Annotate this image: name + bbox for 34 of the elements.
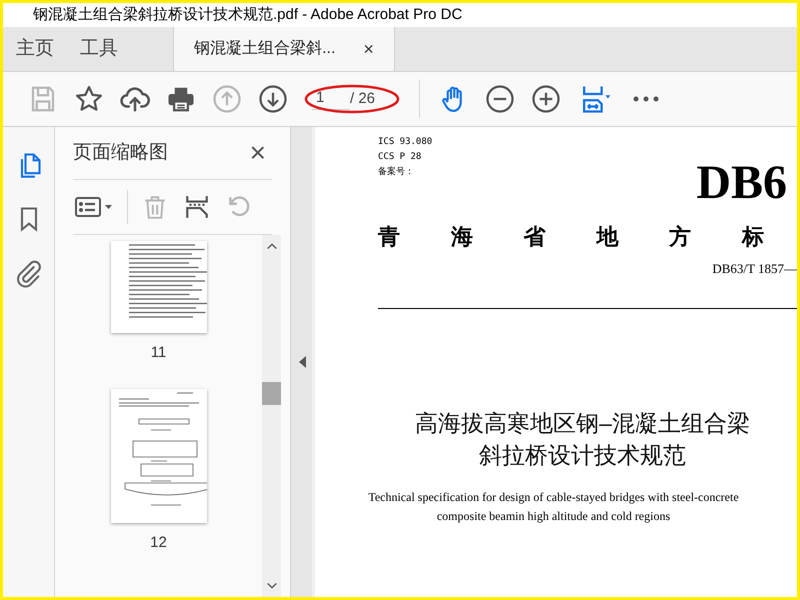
document-title: 斜拉桥设计技术规范 (479, 440, 686, 470)
standard-category: 青海省地方标 (378, 223, 764, 251)
options-menu-icon[interactable] (75, 195, 113, 219)
window-title: 钢混凝土组合梁斜拉桥设计技术规范.pdf - Adobe Acrobat Pro DC (33, 4, 462, 25)
document-title: 高海拔高寒地区钢–混凝土组合梁 (415, 408, 750, 438)
page-thumbnail[interactable] (110, 241, 206, 333)
star-icon[interactable] (74, 84, 104, 114)
close-tab-button[interactable]: × (363, 36, 374, 62)
standard-mark: DB6 (696, 156, 787, 210)
zoom-out-icon[interactable] (485, 84, 515, 114)
document-code: ICS 93.080 (378, 136, 434, 149)
collapse-panel-icon[interactable] (298, 356, 306, 368)
scrollbar-thumb[interactable] (262, 382, 281, 405)
tab[interactable]: 主页 (3, 27, 67, 71)
document-code: 备案号： (378, 165, 415, 179)
page-number-field[interactable]: 1 (312, 88, 350, 110)
zoom-in-icon[interactable] (531, 84, 561, 114)
page-count: / 26 (350, 88, 376, 109)
document-code: CCS P 28 (378, 151, 422, 164)
scrollbar[interactable] (262, 235, 281, 597)
insert-pages-icon[interactable] (184, 194, 210, 220)
page-number-label: 11 (150, 343, 166, 363)
scroll-down-icon[interactable] (266, 581, 278, 591)
page-thumbnail[interactable] (110, 388, 206, 522)
english-title: composite beamin high altitude and cold regions (436, 508, 670, 525)
close-panel-button[interactable]: × (250, 139, 266, 167)
panel-title: 页面缩略图 (73, 140, 168, 165)
paperclip-icon[interactable] (14, 258, 42, 288)
standard-number: DB63/T 1857— (712, 260, 797, 278)
scroll-up-icon[interactable] (266, 241, 278, 251)
page-number-label: 12 (150, 532, 167, 552)
tab[interactable]: 工具 (67, 27, 131, 71)
tab-label[interactable]: 钢混凝土组合梁斜... (194, 37, 336, 61)
english-title: Technical specification for design of cable-stayed bridges with steel-concrete (368, 488, 739, 506)
